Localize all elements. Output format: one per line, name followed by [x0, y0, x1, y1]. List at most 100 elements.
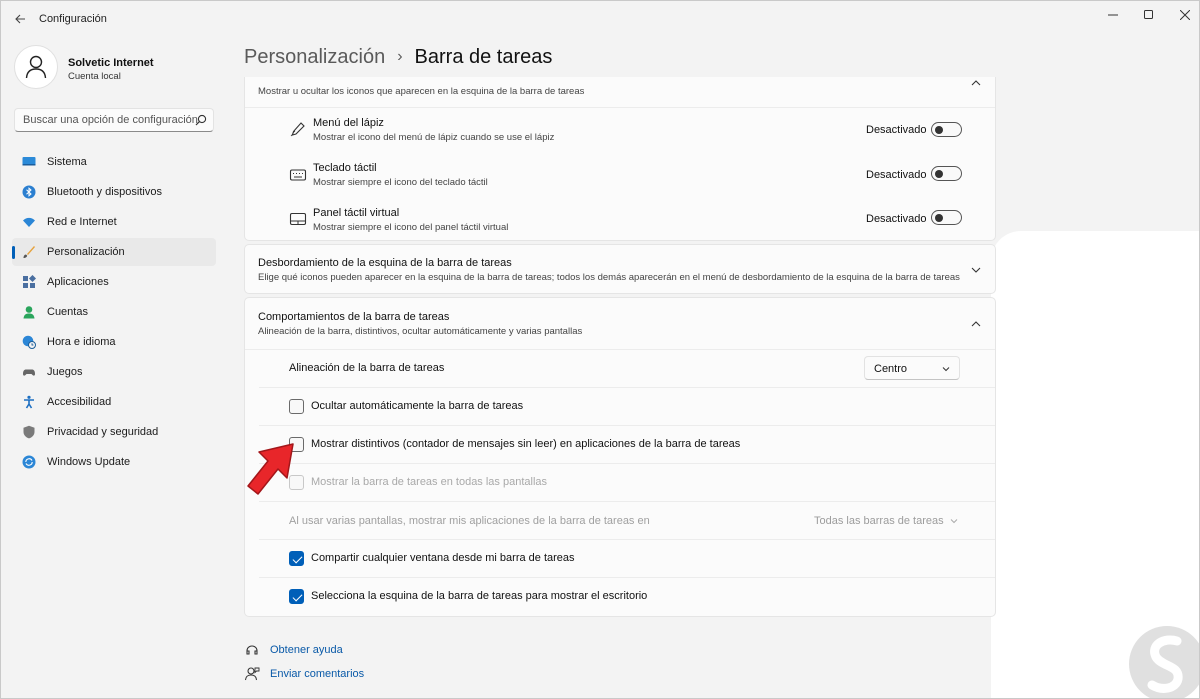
badges-label: Mostrar distintivos (contador de mensaje…	[311, 438, 741, 450]
all-displays-label: Mostrar la barra de tareas en todas las …	[311, 476, 548, 488]
chevron-down-icon	[971, 267, 981, 273]
accessibility-icon	[24, 395, 34, 409]
settings-window: Configuración Solvetic Internet Cuenta l…	[0, 0, 1200, 699]
sidebar-item-privacidad[interactable]: Privacidad y seguridad	[12, 418, 216, 446]
close-button[interactable]	[1165, 1, 1199, 29]
chevron-down-icon	[942, 367, 950, 372]
brush-icon	[23, 246, 35, 258]
collapse-chevron[interactable]	[969, 76, 983, 90]
sidebar-item-label: Windows Update	[47, 456, 131, 468]
keyboard-icon	[289, 169, 307, 181]
feedback-icon	[244, 667, 260, 681]
toggle-knob	[935, 169, 943, 178]
toggle-state: Desactivado	[866, 169, 927, 181]
multi-display-label: Al usar varias pantallas, mostrar mis ap…	[289, 515, 650, 527]
breadcrumb-separator: ›	[397, 48, 403, 65]
row-subtitle: Mostrar siempre el icono del teclado tác…	[313, 177, 488, 188]
sidebar-item-label: Personalización	[47, 246, 125, 258]
share-window-checkbox[interactable]	[289, 551, 304, 566]
multi-display-dropdown[interactable]: Todas las barras de tareas	[814, 509, 964, 533]
card-title: Comportamientos de la barra de tareas	[258, 311, 450, 323]
divider	[245, 107, 995, 108]
apps-icon	[23, 275, 36, 288]
sidebar-item-label: Red e Internet	[47, 216, 117, 228]
overflow-card[interactable]: Desbordamiento de la esquina de la barra…	[244, 244, 996, 294]
chevron-down-icon	[950, 519, 958, 524]
dropdown-value: Centro	[874, 363, 908, 375]
breadcrumb-parent[interactable]: Personalización	[244, 46, 385, 68]
title-bar: Configuración	[1, 1, 1199, 37]
divider	[259, 577, 995, 578]
sidebar-item-aplicaciones[interactable]: Aplicaciones	[12, 268, 216, 296]
search-icon	[195, 114, 207, 126]
maximize-button[interactable]	[1129, 1, 1169, 29]
show-desktop-checkbox[interactable]	[289, 589, 304, 604]
get-help-label: Obtener ayuda	[270, 644, 343, 656]
row-title: Panel táctil virtual	[313, 207, 400, 219]
virtual-touchpad-toggle[interactable]	[931, 210, 962, 225]
pen-menu-toggle[interactable]	[931, 122, 962, 137]
sidebar-item-hora[interactable]: Hora e idioma	[12, 328, 216, 356]
chevron-up-icon	[971, 321, 981, 327]
card-title: Desbordamiento de la esquina de la barra…	[258, 257, 512, 269]
card-header: Mostrar u ocultar los iconos que aparece…	[258, 83, 584, 97]
sidebar-item-label: Aplicaciones	[47, 276, 109, 288]
toggle-state: Desactivado	[866, 213, 927, 225]
touchpad-icon	[289, 212, 307, 226]
toggle-knob	[935, 125, 943, 134]
sidebar-item-label: Bluetooth y dispositivos	[47, 186, 162, 198]
expand-chevron[interactable]	[969, 263, 983, 277]
divider	[259, 463, 995, 464]
sidebar-item-label: Hora e idioma	[47, 336, 116, 348]
shield-icon	[23, 425, 35, 439]
person-icon	[23, 306, 35, 319]
sidebar-item-personalizacion[interactable]: Personalización	[12, 238, 216, 266]
user-profile[interactable]: Solvetic Internet Cuenta local	[14, 45, 224, 91]
divider	[259, 387, 995, 388]
autohide-checkbox[interactable]	[289, 399, 304, 414]
show-desktop-label: Selecciona la esquina de la barra de tar…	[311, 590, 648, 602]
sidebar-item-cuentas[interactable]: Cuentas	[12, 298, 216, 326]
sidebar-item-windows-update[interactable]: Windows Update	[12, 448, 216, 476]
update-icon	[22, 455, 36, 469]
corner-icons-card: Mostrar u ocultar los iconos que aparece…	[244, 77, 996, 241]
row-title: Menú del lápiz	[313, 117, 384, 129]
gamepad-icon	[23, 369, 35, 376]
minimize-icon	[1108, 14, 1118, 16]
toggle-state: Desactivado	[866, 124, 927, 136]
sidebar-item-juegos[interactable]: Juegos	[12, 358, 216, 386]
minimize-button[interactable]	[1093, 1, 1133, 29]
sidebar-item-accesibilidad[interactable]: Accesibilidad	[12, 388, 216, 416]
chevron-up-icon	[971, 80, 981, 86]
profile-name: Solvetic Internet	[68, 57, 154, 69]
sidebar-nav: Sistema Bluetooth y dispositivos Red e I…	[12, 148, 216, 478]
share-window-label: Compartir cualquier ventana desde mi bar…	[311, 552, 575, 564]
back-arrow-icon	[14, 14, 25, 24]
sidebar-item-bluetooth[interactable]: Bluetooth y dispositivos	[12, 178, 216, 206]
solvetic-watermark-logo	[1129, 626, 1199, 698]
behaviors-card: Comportamientos de la barra de tareas Al…	[244, 297, 996, 617]
divider	[259, 501, 995, 502]
dropdown-value: Todas las barras de tareas	[814, 515, 944, 527]
divider	[245, 349, 995, 350]
sidebar-item-label: Juegos	[47, 366, 83, 378]
back-button[interactable]	[9, 9, 31, 29]
person-icon	[25, 55, 47, 79]
help-icon	[246, 645, 258, 655]
card-subtitle: Alineación de la barra, distintivos, ocu…	[258, 326, 583, 337]
red-arrow-annotation	[247, 443, 294, 495]
page-title: Barra de tareas	[414, 46, 553, 68]
globe-clock-icon	[22, 335, 36, 349]
profile-account-type: Cuenta local	[68, 71, 121, 82]
alignment-label: Alineación de la barra de tareas	[289, 362, 445, 374]
close-icon	[1180, 10, 1190, 20]
search-input[interactable]: Buscar una opción de configuración	[14, 108, 214, 132]
maximize-icon	[1144, 10, 1153, 19]
divider	[259, 425, 995, 426]
alignment-dropdown[interactable]: Centro	[864, 356, 960, 380]
touch-keyboard-toggle[interactable]	[931, 166, 962, 181]
sidebar-item-sistema[interactable]: Sistema	[12, 148, 216, 176]
collapse-chevron[interactable]	[969, 317, 983, 331]
sidebar-item-red[interactable]: Red e Internet	[12, 208, 216, 236]
row-subtitle: Mostrar siempre el icono del panel tácti…	[313, 222, 509, 233]
